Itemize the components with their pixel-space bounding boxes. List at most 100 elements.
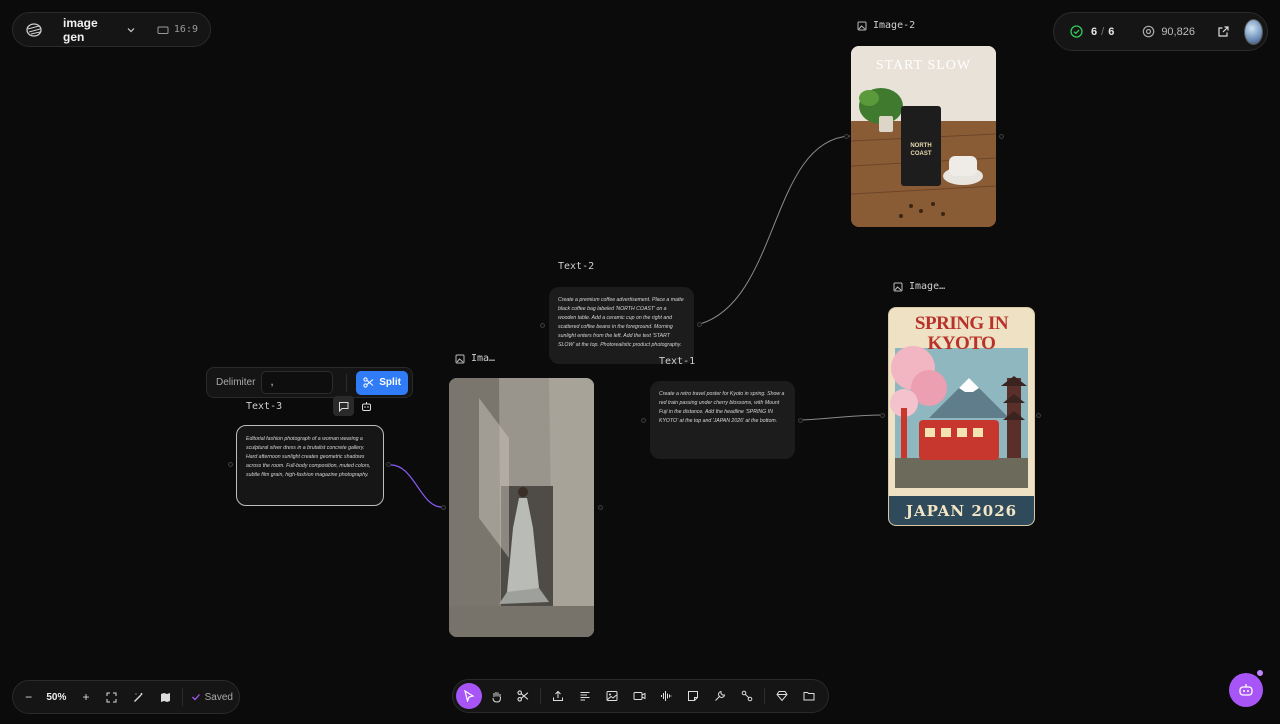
map-icon[interactable] bbox=[156, 692, 175, 703]
check-icon bbox=[191, 692, 201, 702]
check-circle-icon bbox=[1070, 25, 1083, 38]
port-text1-in[interactable] bbox=[641, 418, 646, 423]
zoom-controls: − 50% + Saved bbox=[12, 680, 240, 714]
robot-icon bbox=[361, 401, 372, 412]
image-node-fashion[interactable] bbox=[449, 378, 594, 637]
node-label-kyoto: Image… bbox=[893, 281, 945, 292]
upload-button[interactable] bbox=[545, 683, 571, 709]
tool-palette bbox=[452, 679, 829, 713]
tools-button[interactable] bbox=[707, 683, 733, 709]
video-node-button[interactable] bbox=[626, 683, 652, 709]
port-kyoto-in[interactable] bbox=[880, 413, 885, 418]
fit-screen-icon[interactable] bbox=[102, 692, 121, 703]
node-label-text2: Text-2 bbox=[558, 261, 595, 272]
coffee-brand-line1: NORTH bbox=[910, 143, 932, 149]
text-node-button[interactable] bbox=[572, 683, 598, 709]
aspect-ratio[interactable]: 16:9 bbox=[174, 24, 198, 35]
waveform-icon bbox=[660, 690, 672, 702]
aspect-ratio-icon bbox=[157, 25, 169, 35]
coffee-brand-line2: COAST bbox=[910, 151, 932, 157]
pan-tool-button[interactable] bbox=[483, 683, 509, 709]
split-button[interactable]: Split bbox=[356, 370, 409, 395]
logo-icon bbox=[25, 21, 43, 39]
port-text2-out[interactable] bbox=[697, 322, 702, 327]
cursor-icon bbox=[463, 690, 475, 702]
text-node-fashion-prompt[interactable]: Editorial fashion photograph of a woman … bbox=[236, 425, 384, 506]
delimiter-label: Delimiter bbox=[216, 377, 256, 388]
kyoto-footer: JAPAN 2026 bbox=[905, 502, 1018, 520]
node-label-text1: Text-1 bbox=[659, 356, 696, 367]
credits-icon bbox=[1142, 25, 1155, 38]
progress-sep: / bbox=[1101, 25, 1105, 38]
kyoto-headline: SPRING IN KYOTO bbox=[914, 313, 1009, 354]
video-icon bbox=[633, 690, 646, 702]
port-image2-in[interactable] bbox=[844, 134, 849, 139]
zoom-in-button[interactable]: + bbox=[76, 690, 95, 704]
folder-icon bbox=[803, 690, 815, 702]
diamond-icon bbox=[776, 690, 788, 702]
select-tool-button[interactable] bbox=[456, 683, 482, 709]
nodes-icon bbox=[741, 690, 753, 702]
edge-text1-kyoto bbox=[800, 414, 886, 421]
image-icon bbox=[893, 282, 903, 292]
zoom-out-button[interactable]: − bbox=[19, 690, 38, 704]
scissors-icon bbox=[517, 690, 529, 702]
status-bar: 6 / 6 90,826 bbox=[1053, 12, 1268, 51]
prompt-text: Editorial fashion photograph of a woman … bbox=[246, 436, 371, 478]
image-node-coffee[interactable]: START SLOW NORTH COAST bbox=[851, 46, 996, 227]
sticky-note-icon bbox=[687, 690, 699, 702]
avatar[interactable] bbox=[1243, 18, 1263, 45]
scissors-icon bbox=[363, 377, 374, 388]
external-link-icon[interactable] bbox=[1217, 25, 1230, 38]
project-name: image gen bbox=[63, 15, 98, 44]
port-text3-in[interactable] bbox=[228, 462, 233, 467]
coffee-headline: START SLOW bbox=[875, 58, 972, 73]
hand-icon bbox=[490, 690, 503, 703]
assistant-button[interactable] bbox=[1229, 673, 1263, 707]
chevron-down-icon[interactable] bbox=[126, 25, 136, 35]
audio-node-button[interactable] bbox=[653, 683, 679, 709]
note-button[interactable] bbox=[680, 683, 706, 709]
magic-wand-icon[interactable] bbox=[129, 692, 148, 703]
wrench-icon bbox=[714, 690, 726, 702]
zoom-level[interactable]: 50% bbox=[46, 692, 66, 703]
progress-done: 6 bbox=[1091, 25, 1098, 38]
port-fashion-in[interactable] bbox=[441, 505, 446, 510]
notification-dot bbox=[1257, 670, 1263, 676]
robot-button[interactable] bbox=[356, 396, 376, 416]
edge-text3-fashion bbox=[387, 464, 445, 508]
node-label-text3: Text-3 bbox=[246, 401, 283, 412]
comment-icon bbox=[338, 401, 349, 412]
port-text2-in[interactable] bbox=[540, 323, 545, 328]
project-menu[interactable]: image gen 16:9 bbox=[12, 12, 211, 47]
comment-button[interactable] bbox=[333, 396, 354, 416]
edge-text2-image2 bbox=[699, 135, 851, 325]
chat-bot-icon bbox=[1238, 683, 1254, 697]
image-node-button[interactable] bbox=[599, 683, 625, 709]
prompt-text: Create a retro travel poster for Kyoto i… bbox=[659, 391, 785, 424]
upload-icon bbox=[552, 690, 564, 702]
prompt-text: Create a premium coffee advertisement. P… bbox=[558, 297, 684, 348]
port-kyoto-out[interactable] bbox=[1036, 413, 1041, 418]
image-icon bbox=[606, 690, 618, 702]
assets-button[interactable] bbox=[769, 683, 795, 709]
image-icon bbox=[455, 354, 465, 364]
text-node-coffee-prompt[interactable]: Create a premium coffee advertisement. P… bbox=[549, 287, 694, 364]
workflow-button[interactable] bbox=[734, 683, 760, 709]
folder-button[interactable] bbox=[796, 683, 822, 709]
credits-count: 90,826 bbox=[1161, 25, 1195, 38]
fashion-illustration bbox=[449, 378, 594, 637]
progress-total: 6 bbox=[1108, 25, 1115, 38]
image-node-kyoto-poster[interactable]: SPRING IN KYOTO JAPAN 2026 bbox=[888, 307, 1035, 526]
image-icon bbox=[857, 21, 867, 31]
port-fashion-out[interactable] bbox=[598, 505, 603, 510]
node-label-image2: Image-2 bbox=[857, 20, 915, 31]
port-image2-out[interactable] bbox=[999, 134, 1004, 139]
split-panel: Delimiter , Split bbox=[206, 367, 413, 398]
text-lines-icon bbox=[579, 690, 591, 702]
cut-tool-button[interactable] bbox=[510, 683, 536, 709]
port-text1-out[interactable] bbox=[798, 418, 803, 423]
port-text3-out[interactable] bbox=[386, 462, 391, 467]
text-node-kyoto-prompt[interactable]: Create a retro travel poster for Kyoto i… bbox=[650, 381, 795, 459]
delimiter-input[interactable]: , bbox=[261, 371, 334, 394]
